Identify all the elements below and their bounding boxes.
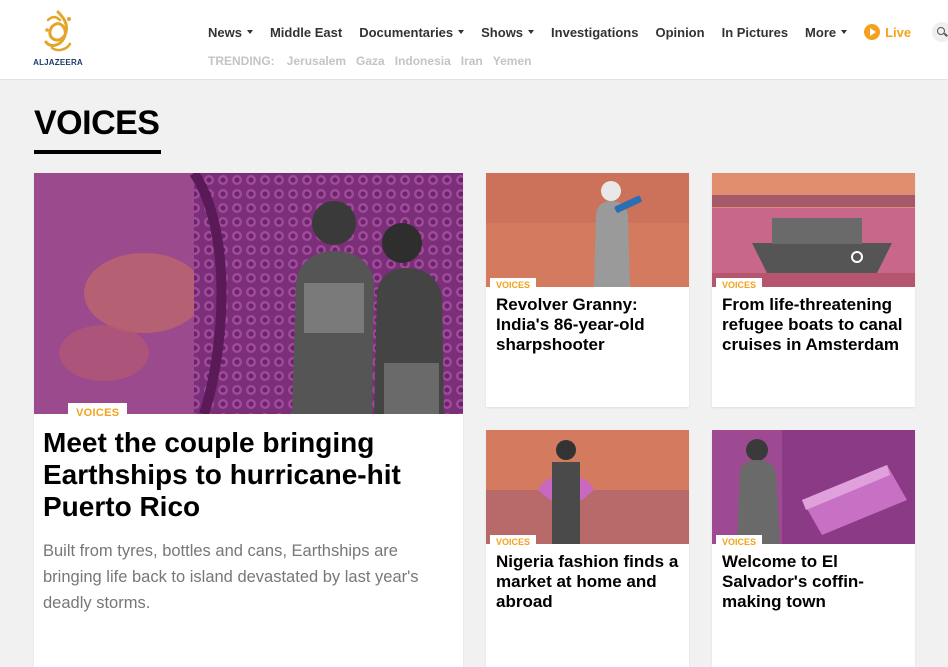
- article-image[interactable]: [712, 430, 915, 544]
- nav-item-news[interactable]: News: [208, 25, 253, 40]
- nav-label: Middle East: [269, 24, 343, 40]
- play-icon: [864, 24, 881, 40]
- article-image[interactable]: [712, 173, 915, 287]
- nav-item-opinion[interactable]: Opinion: [655, 25, 704, 40]
- page-title: VOICES: [34, 104, 160, 142]
- nav-item-investigations[interactable]: Investigations: [551, 25, 638, 40]
- article-headline[interactable]: Nigeria fashion finds a market at home a…: [496, 552, 684, 612]
- nav-label: More: [805, 24, 837, 40]
- article-card[interactable]: VOICES From life-threatening refugee boa…: [712, 173, 915, 407]
- article-headline[interactable]: Welcome to El Salvador's coffin-making t…: [722, 552, 910, 612]
- section-tag[interactable]: VOICES: [68, 403, 128, 421]
- article-headline[interactable]: From life-threatening refugee boats to c…: [722, 295, 910, 355]
- nav-item-in-pictures[interactable]: In Pictures: [722, 25, 788, 40]
- chevron-down-icon: [458, 30, 465, 34]
- nav-item-documentaries[interactable]: Documentaries: [359, 24, 465, 40]
- trending-link[interactable]: Indonesia: [395, 54, 451, 68]
- live-button[interactable]: Live: [864, 24, 911, 40]
- nav-label: Shows: [481, 24, 524, 40]
- article-card[interactable]: VOICES Welcome to El Salvador's coffin-m…: [712, 430, 915, 667]
- section-tag[interactable]: VOICES: [490, 535, 537, 548]
- search-icon[interactable]: [932, 22, 948, 42]
- article-image[interactable]: [486, 430, 689, 544]
- article-summary: Built from tyres, bottles and cans, Eart…: [43, 542, 419, 612]
- nav-label: News: [208, 24, 242, 40]
- nav-label: Opinion: [655, 24, 705, 40]
- nav-label: In Pictures: [721, 24, 789, 40]
- nav-label: Documentaries: [359, 24, 454, 40]
- nav-item-shows[interactable]: Shows: [481, 24, 535, 40]
- article-card[interactable]: VOICES Nigeria fashion finds a market at…: [486, 430, 689, 667]
- title-underline: [34, 150, 161, 154]
- trending-bar: TRENDING: Jerusalem Gaza Indonesia Iran …: [208, 54, 541, 68]
- nav-item-more[interactable]: More: [805, 24, 848, 40]
- trending-link[interactable]: Yemen: [493, 54, 532, 68]
- logo-text: ALJAZEERA: [33, 58, 83, 67]
- trending-link[interactable]: Iran: [461, 54, 483, 68]
- main-nav: News Middle East Documentaries Shows Inv…: [208, 22, 948, 42]
- live-label: Live: [885, 24, 912, 40]
- trending-label: TRENDING:: [208, 54, 275, 68]
- section-tag[interactable]: VOICES: [716, 278, 763, 291]
- logo-calligraphy-icon: [44, 10, 72, 52]
- nav-label: Investigations: [551, 24, 639, 40]
- trending-link[interactable]: Gaza: [356, 54, 385, 68]
- chevron-down-icon: [246, 30, 253, 34]
- chevron-down-icon: [841, 30, 848, 34]
- featured-article-card[interactable]: VOICES Meet the couple bringing Earthshi…: [34, 173, 463, 667]
- featured-article-image[interactable]: [34, 173, 463, 414]
- site-header: ALJAZEERA News Middle East Documentaries…: [0, 0, 948, 80]
- article-headline[interactable]: Meet the couple bringing Earthships to h…: [43, 427, 443, 523]
- aljazeera-logo[interactable]: ALJAZEERA: [30, 10, 86, 70]
- chevron-down-icon: [528, 30, 535, 34]
- section-tag[interactable]: VOICES: [716, 535, 763, 548]
- section-tag[interactable]: VOICES: [490, 278, 537, 291]
- article-image[interactable]: [486, 173, 689, 287]
- trending-link[interactable]: Jerusalem: [287, 54, 346, 68]
- article-card[interactable]: VOICES Revolver Granny: India's 86-year-…: [486, 173, 689, 407]
- nav-item-middle-east[interactable]: Middle East: [270, 25, 342, 40]
- article-headline[interactable]: Revolver Granny: India's 86-year-old sha…: [496, 295, 684, 355]
